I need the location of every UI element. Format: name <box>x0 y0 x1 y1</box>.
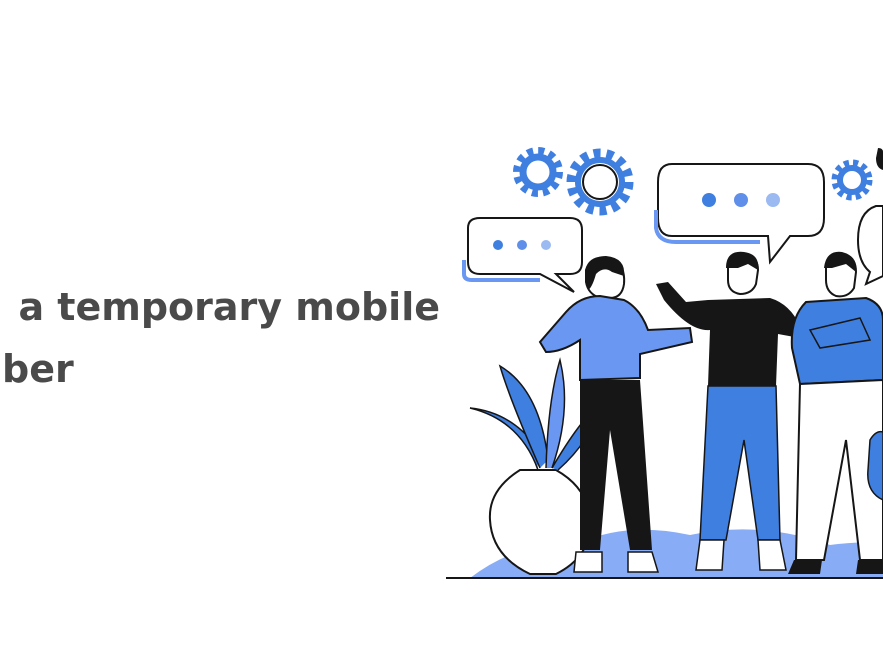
gear-icon <box>831 159 873 201</box>
person-man-right <box>788 251 883 574</box>
speech-bubble-icon <box>654 163 825 265</box>
headline-line-2: nber <box>0 347 74 391</box>
hero-banner: a temporary mobile nber <box>0 0 883 666</box>
speech-bubble-icon <box>462 217 583 293</box>
gear-icon <box>566 148 634 216</box>
headline-line-1: a temporary mobile <box>18 285 440 329</box>
person-man-center <box>656 251 800 571</box>
gear-icon <box>513 147 563 197</box>
people-chatting-illustration <box>446 147 883 579</box>
headline: a temporary mobile nber <box>0 276 440 400</box>
